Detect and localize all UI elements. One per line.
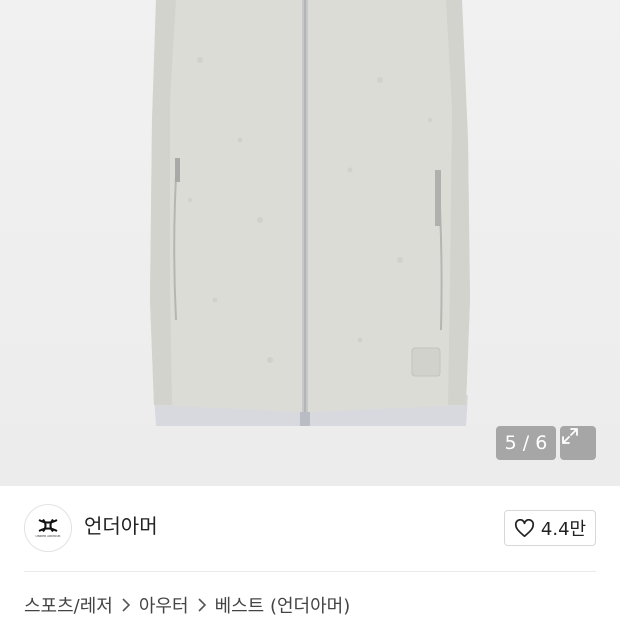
like-count: 4.4만 <box>540 519 587 540</box>
like-button[interactable]: 4.4만 <box>504 510 596 546</box>
chevron-right-icon <box>197 598 206 612</box>
brand-logo[interactable]: UNDER ARMOUR <box>24 504 72 552</box>
brand-row: UNDER ARMOUR 언더아머 4.4만 <box>0 486 620 570</box>
divider <box>24 571 596 572</box>
breadcrumb-item-outer[interactable]: 아우터 <box>139 592 189 618</box>
breadcrumb: 스포츠/레저 아우터 베스트 (언더아머) <box>24 592 350 618</box>
brand-name[interactable]: 언더아머 <box>84 511 158 541</box>
product-image-gallery[interactable]: 5 / 6 <box>0 0 620 486</box>
fleece-vest-photo <box>150 0 470 426</box>
image-counter: 5 / 6 <box>496 426 556 460</box>
expand-button[interactable] <box>560 426 596 460</box>
logo-text: UNDER ARMOUR <box>35 533 61 538</box>
chevron-right-icon <box>122 598 130 612</box>
expand-icon <box>562 428 578 444</box>
heart-icon <box>514 518 534 537</box>
breadcrumb-item-vest[interactable]: 베스트 (언더아머) <box>215 592 351 618</box>
breadcrumb-item-sports[interactable]: 스포츠/레저 <box>24 592 113 618</box>
under-armour-logo <box>38 518 58 532</box>
